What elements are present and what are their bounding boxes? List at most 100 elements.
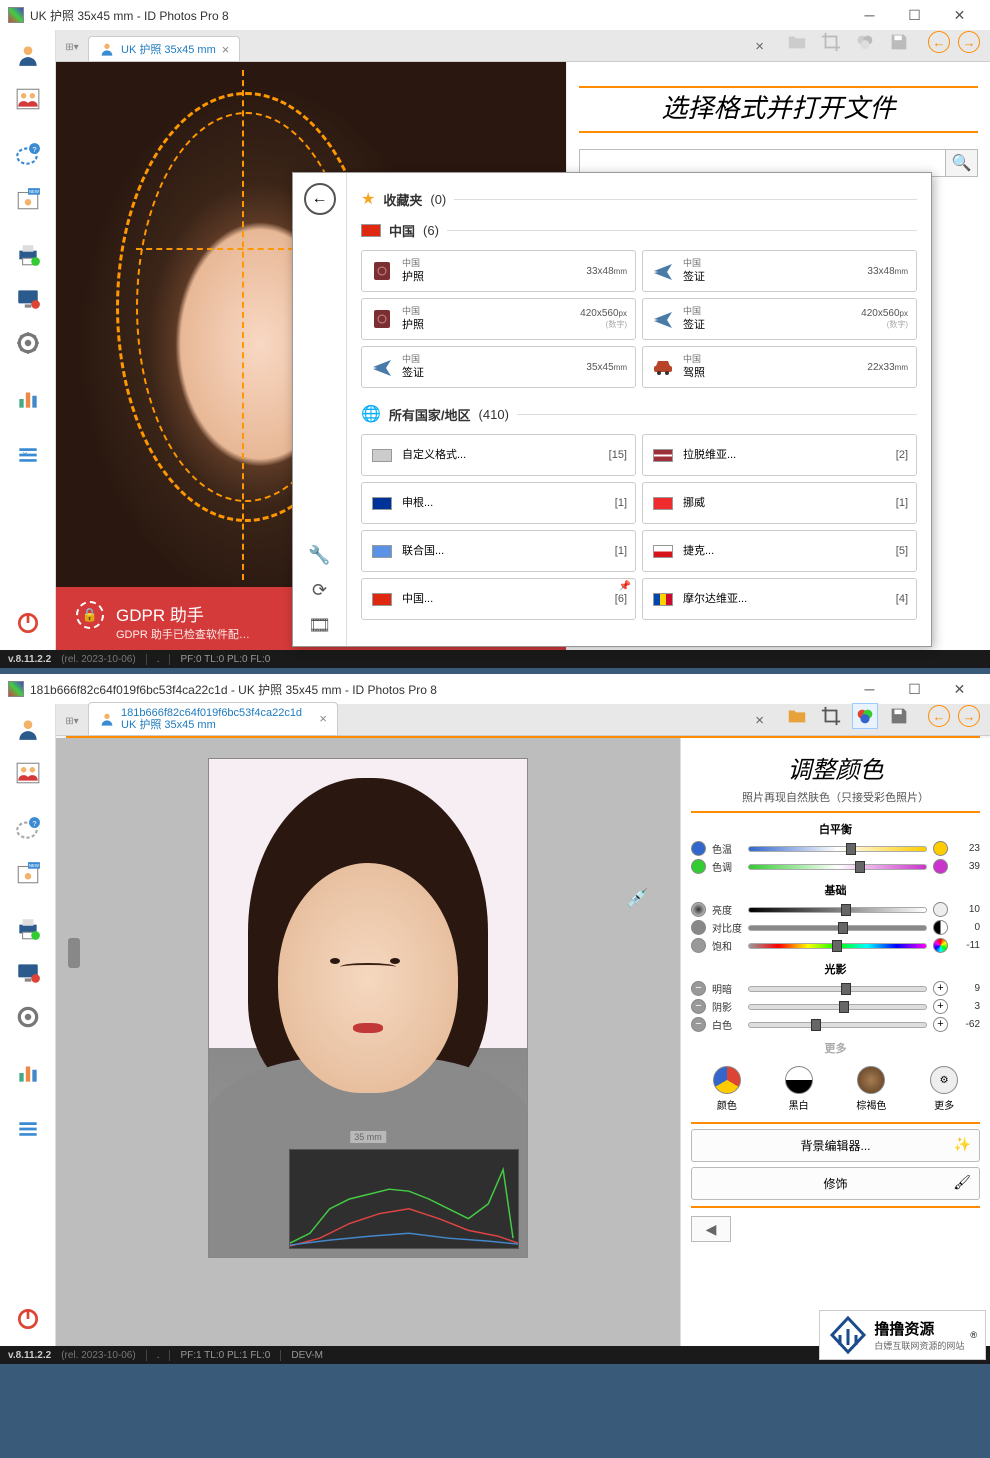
slider-contrast[interactable]: 对比度0: [691, 920, 980, 935]
close-button[interactable]: ✕: [937, 675, 982, 703]
sidebar-print[interactable]: [4, 908, 52, 950]
tab-label-1: 181b666f82c64f019f6bc53f4ca22c1d: [121, 707, 302, 719]
format-item[interactable]: 联合国...[1]: [361, 530, 636, 572]
svg-text:NEW: NEW: [28, 863, 39, 868]
sidebar-stats[interactable]: [4, 1052, 52, 1094]
sidebar-print[interactable]: [4, 234, 52, 276]
refresh-icon[interactable]: ⟳: [312, 580, 327, 601]
group-basic: 基础: [691, 882, 980, 898]
slider-highlight[interactable]: −明暗+9: [691, 981, 980, 996]
mode-more-button[interactable]: ⚙更多: [930, 1066, 958, 1112]
grid-toggle-icon[interactable]: ⊞▾: [62, 37, 82, 57]
window-title: UK 护照 35x45 mm - ID Photos Pro 8: [30, 7, 229, 24]
format-item[interactable]: 中国驾照22x33mm: [642, 346, 917, 388]
nav-forward-icon[interactable]: →: [958, 31, 980, 53]
section-favorites[interactable]: ★收藏夹(0): [361, 183, 917, 215]
format-item[interactable]: 摩尔达维亚...[4]: [642, 578, 917, 620]
sidebar-new[interactable]: NEW: [4, 178, 52, 220]
slider-shadow[interactable]: −阴影+3: [691, 999, 980, 1014]
format-item[interactable]: 中国护照420x560px(数字): [361, 298, 636, 340]
slider-sat[interactable]: 饱和-11: [691, 938, 980, 953]
window-title: 181b666f82c64f019f6bc53f4ca22c1d - UK 护照…: [30, 681, 437, 698]
nav-back-icon[interactable]: ←: [928, 31, 950, 53]
sidebar-settings[interactable]: [4, 996, 52, 1038]
tab-close-icon[interactable]: ×: [319, 711, 327, 726]
format-item[interactable]: 中国签证35x45mm: [361, 346, 636, 388]
tab-uk-passport[interactable]: UK 护照 35x45 mm ×: [88, 36, 240, 61]
sidebar-monitor[interactable]: [4, 278, 52, 320]
minimize-button[interactable]: ─: [847, 675, 892, 703]
flag-cn-icon: [361, 224, 381, 237]
slider-tint[interactable]: 色调39: [691, 859, 980, 874]
format-item[interactable]: 自定义格式...[15]: [361, 434, 636, 476]
save-icon[interactable]: [886, 703, 912, 729]
folder-icon[interactable]: [784, 703, 810, 729]
tabbar: ⊞▾ 181b666f82c64f019f6bc53f4ca22c1d UK 护…: [56, 704, 990, 736]
retouch-button[interactable]: 修饰🖌: [691, 1167, 980, 1200]
crop-icon[interactable]: [818, 703, 844, 729]
slider-white[interactable]: −白色+-62: [691, 1017, 980, 1032]
color-panel: 调整颜色 照片再现自然肤色（只接受彩色照片） 白平衡 色温23 色调39 基础 …: [680, 738, 990, 1346]
prev-button[interactable]: ◀: [691, 1216, 731, 1242]
slider-temp[interactable]: 色温23: [691, 841, 980, 856]
minimize-button[interactable]: ─: [847, 1, 892, 29]
sidebar-help[interactable]: ?: [4, 808, 52, 850]
sidebar-new[interactable]: NEW: [4, 852, 52, 894]
sidebar-person[interactable]: [4, 34, 52, 76]
format-item[interactable]: 中国签证420x560px(数字): [642, 298, 917, 340]
gdpr-title: GDPR 助手: [116, 601, 250, 626]
sidebar-settings[interactable]: [4, 322, 52, 364]
panel-sub: 照片再现自然肤色（只接受彩色照片）: [691, 789, 980, 805]
sidebar-person[interactable]: [4, 708, 52, 750]
sidebar-people[interactable]: [4, 78, 52, 120]
wrench-icon[interactable]: 🔧: [308, 545, 330, 566]
sidebar-stats[interactable]: [4, 378, 52, 420]
search-icon[interactable]: 🔍: [945, 150, 977, 176]
canvas[interactable]: 35 mm: [56, 738, 680, 1346]
tabbar-close-icon[interactable]: ×: [745, 38, 774, 61]
grid-toggle-icon[interactable]: ⊞▾: [62, 711, 82, 731]
sidebar-menu[interactable]: [4, 1108, 52, 1150]
ruler-label: 35 mm: [350, 1131, 386, 1143]
slider-handle[interactable]: [68, 938, 80, 968]
sidebar-help[interactable]: ?: [4, 134, 52, 176]
film-icon[interactable]: 🎞: [308, 615, 331, 636]
titlebar: UK 护照 35x45 mm - ID Photos Pro 8 ─ ☐ ✕: [0, 0, 990, 30]
format-item[interactable]: 挪威[1]: [642, 482, 917, 524]
globe-icon: 🌐: [361, 404, 381, 424]
close-button[interactable]: ✕: [937, 1, 982, 29]
tab-photo[interactable]: 181b666f82c64f019f6bc53f4ca22c1d UK 护照 3…: [88, 702, 338, 735]
sidebar-people[interactable]: [4, 752, 52, 794]
nav-back-icon[interactable]: ←: [928, 705, 950, 727]
bg-editor-button[interactable]: 背景编辑器...✨: [691, 1129, 980, 1162]
format-item[interactable]: 中国护照33x48mm: [361, 250, 636, 292]
eyedropper-icon[interactable]: 💉: [626, 888, 648, 909]
sidebar-menu[interactable]: [4, 434, 52, 476]
section-all[interactable]: 🌐所有国家/地区(410): [361, 398, 917, 430]
format-item[interactable]: 拉脱维亚...[2]: [642, 434, 917, 476]
color-icon[interactable]: [852, 703, 878, 729]
maximize-button[interactable]: ☐: [892, 1, 937, 29]
folder-icon[interactable]: [784, 29, 810, 55]
crop-icon[interactable]: [818, 29, 844, 55]
popup-back-icon[interactable]: ←: [304, 183, 336, 215]
mode-color-button[interactable]: 颜色: [713, 1066, 741, 1112]
slider-bright[interactable]: 亮度10: [691, 902, 980, 917]
color-icon[interactable]: [852, 29, 878, 55]
format-item[interactable]: 申根...[1]: [361, 482, 636, 524]
gdpr-sub: GDPR 助手已检查软件配…: [116, 626, 250, 642]
mode-sepia-button[interactable]: 棕褐色: [856, 1066, 886, 1112]
save-icon[interactable]: [886, 29, 912, 55]
format-item[interactable]: 中国签证33x48mm: [642, 250, 917, 292]
format-item[interactable]: 捷克...[5]: [642, 530, 917, 572]
sidebar-power[interactable]: [4, 1298, 52, 1340]
sidebar-power[interactable]: [4, 602, 52, 644]
sidebar-monitor[interactable]: [4, 952, 52, 994]
tabbar-close-icon[interactable]: ×: [745, 712, 774, 735]
mode-bw-button[interactable]: 黑白: [785, 1066, 813, 1112]
format-item[interactable]: 中国...[6]📌: [361, 578, 636, 620]
section-china[interactable]: 中国(6): [361, 215, 917, 246]
tab-close-icon[interactable]: ×: [222, 42, 230, 57]
maximize-button[interactable]: ☐: [892, 675, 937, 703]
nav-forward-icon[interactable]: →: [958, 705, 980, 727]
